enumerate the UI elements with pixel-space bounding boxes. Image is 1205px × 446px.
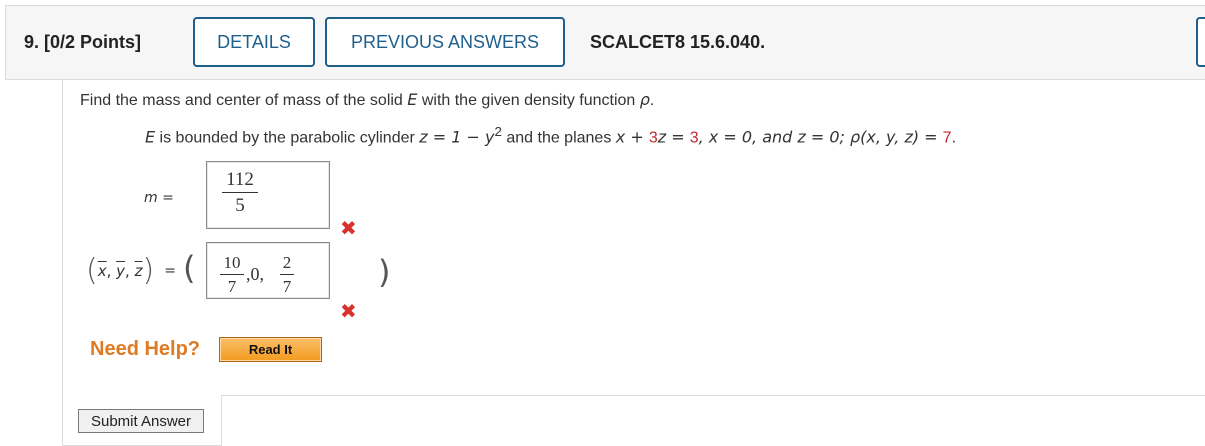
paren-right: )	[142, 253, 155, 288]
submit-answer-button[interactable]: Submit Answer	[78, 409, 204, 433]
stmt-plane-b: 3	[648, 129, 658, 147]
stmt-var: E	[145, 127, 156, 147]
centroid-label: ( x, y, z ) =	[86, 253, 176, 288]
answer-open-paren: (	[183, 249, 196, 287]
mass-numerator: 112	[226, 169, 254, 190]
stmt-text-2: and the planes	[501, 129, 616, 147]
answer-close-paren: )	[378, 253, 391, 291]
prompt-end: .	[649, 92, 655, 109]
problem-statement: E is bounded by the parabolic cylinder z…	[145, 124, 956, 147]
stmt-plane-d: 3	[689, 129, 699, 147]
paren-left: (	[86, 253, 98, 288]
previous-answers-button[interactable]: PREVIOUS ANSWERS	[325, 17, 565, 67]
stmt-cylinder: z = 1 − y	[419, 127, 495, 147]
prompt-var: E	[407, 90, 418, 109]
stmt-plane-c: z =	[657, 127, 690, 147]
divider	[221, 395, 1205, 396]
stmt-text: is bounded by the parabolic cylinder	[155, 129, 420, 147]
fraction-bar	[280, 274, 294, 275]
centroid-middle: ,0,	[246, 264, 264, 284]
stmt-plane-a: x +	[615, 127, 649, 147]
course-code: SCALCET8 15.6.040.	[590, 32, 766, 52]
centroid-x: x	[97, 262, 107, 280]
stmt-end: .	[951, 129, 957, 147]
question-title: 9. [0/2 Points]	[24, 32, 142, 52]
edge-button[interactable]	[1196, 17, 1205, 67]
centroid-y: y	[116, 262, 126, 280]
need-help-label: Need Help?	[90, 338, 201, 360]
c1-denominator: 7	[227, 277, 237, 296]
incorrect-icon: ✖	[340, 299, 357, 323]
stmt-plane-e: , x = 0, and z = 0; ρ(x, y, z) =	[698, 127, 943, 147]
prompt-rho: ρ	[639, 90, 650, 109]
mass-fraction: 112 5	[222, 170, 258, 215]
c2-numerator: 2	[282, 253, 292, 272]
fraction-bar	[220, 274, 244, 275]
problem-prompt: Find the mass and center of mass of the …	[80, 90, 654, 110]
read-it-button[interactable]: Read It	[219, 337, 322, 362]
fraction-bar	[222, 192, 258, 193]
centroid-fraction-2: 2 7	[280, 254, 294, 295]
centroid-fraction-1: 10 7	[220, 254, 244, 295]
stmt-exponent: 2	[494, 124, 502, 139]
centroid-equals: =	[164, 263, 176, 279]
prompt-text: Find the mass and center of mass of the …	[80, 92, 408, 109]
c1-numerator: 10	[223, 253, 241, 272]
mass-label: m =	[144, 190, 174, 206]
details-button[interactable]: DETAILS	[193, 17, 315, 67]
c2-denominator: 7	[282, 277, 292, 296]
centroid-z: z	[134, 262, 143, 280]
incorrect-icon: ✖	[340, 216, 357, 240]
mass-denominator: 5	[235, 195, 245, 216]
stmt-density: 7	[942, 129, 952, 147]
prompt-text-2: with the given density function	[417, 92, 640, 109]
